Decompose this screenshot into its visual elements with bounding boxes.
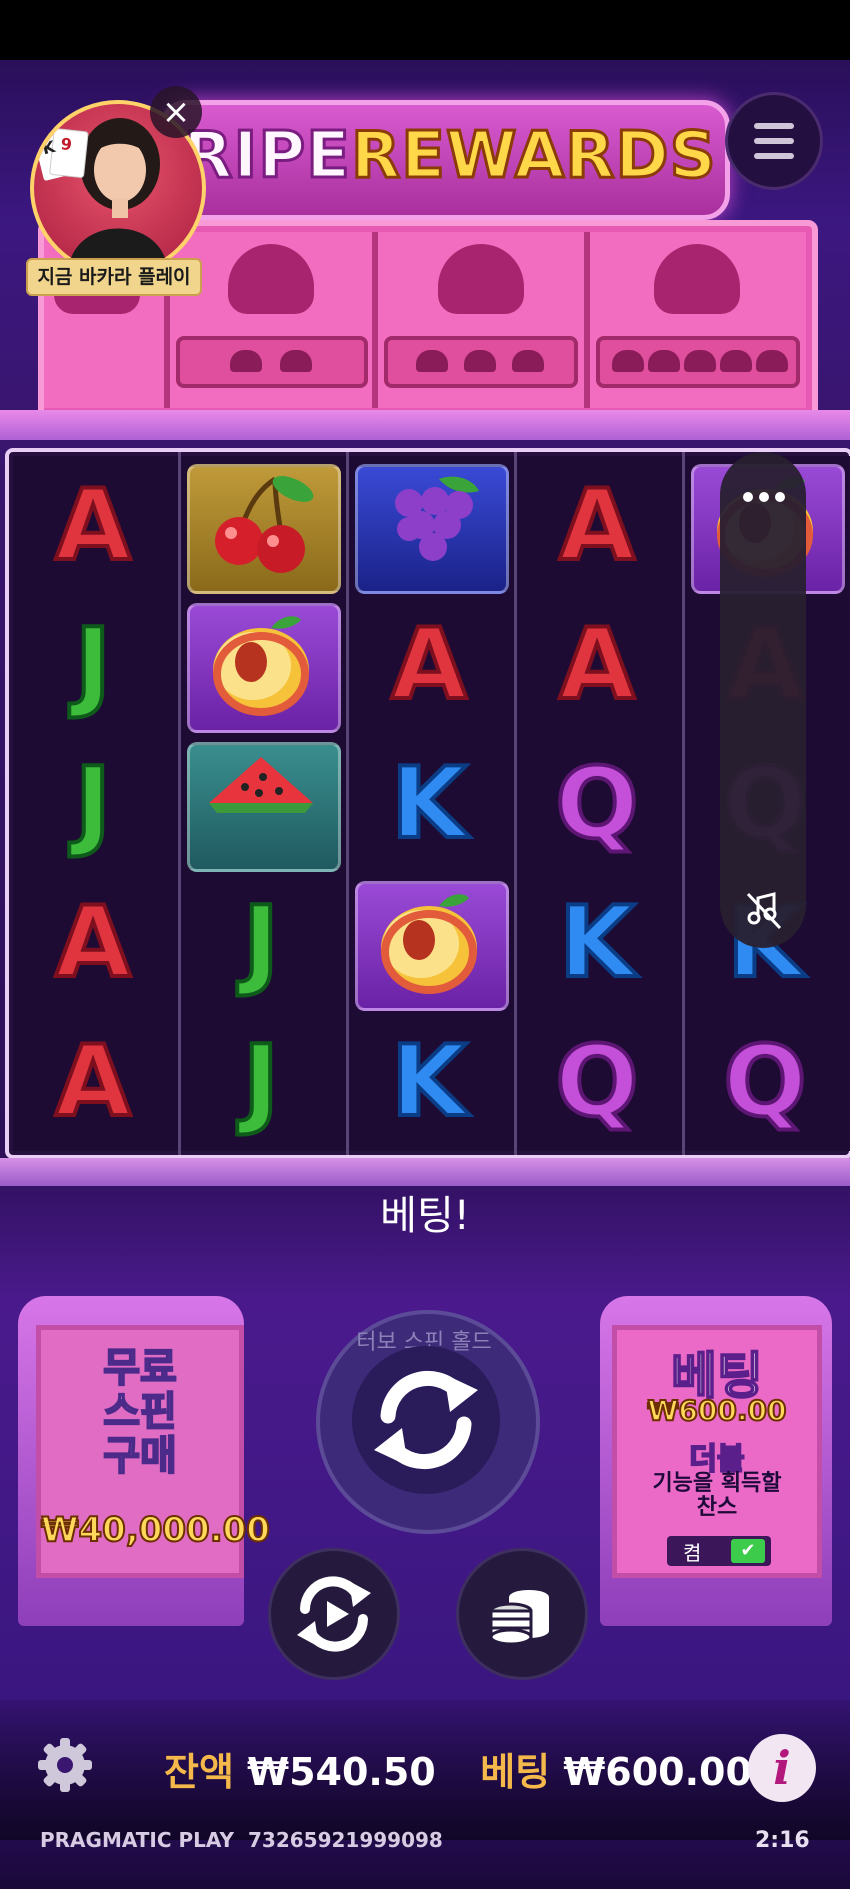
more-dots-icon — [743, 492, 785, 502]
buy-feature-price: ₩40,000.00 — [40, 1509, 271, 1551]
reel-symbol — [177, 595, 345, 734]
symbol-a: A — [557, 606, 637, 724]
peach-icon — [201, 608, 321, 722]
hamburger-icon — [754, 123, 794, 129]
info-button[interactable]: i — [748, 1734, 816, 1802]
buy-feature-line-1: 무료 — [102, 1345, 178, 1391]
reel-symbol: J — [177, 873, 345, 1012]
reel-symbol: K — [345, 1012, 513, 1151]
reel-symbol: A — [345, 595, 513, 734]
symbol-q: Q — [553, 745, 640, 863]
spin-arrows-icon — [374, 1370, 478, 1470]
spin-button[interactable] — [352, 1346, 500, 1494]
fruit-silhouette-icon — [228, 244, 314, 314]
collector-progress-4 — [596, 336, 800, 388]
checkmark-icon: ✔ — [731, 1539, 765, 1563]
reel-symbol: A — [9, 456, 177, 595]
collector-slot-4 — [590, 232, 806, 408]
gear-icon — [38, 1738, 92, 1792]
autoplay-button[interactable] — [268, 1548, 400, 1680]
fruit-silhouette-icon — [438, 244, 524, 314]
collector-slot-3 — [378, 232, 590, 408]
floating-side-panel — [720, 452, 806, 948]
symbol-a: A — [557, 467, 637, 585]
bet-panel-amount: ₩600.00 — [647, 1393, 788, 1428]
cherry-icon — [201, 469, 321, 583]
symbol-k: K — [389, 745, 469, 863]
double-chance-description: 기능을 획득할 찬스 — [652, 1471, 782, 1520]
watermelon-icon — [201, 747, 321, 861]
menu-button[interactable] — [725, 92, 823, 190]
bet-label: 베팅 — [480, 1750, 551, 1794]
mute-button[interactable] — [742, 888, 786, 932]
more-options-button[interactable] — [742, 488, 786, 502]
reel-symbol — [177, 734, 345, 873]
symbol-j: J — [73, 606, 114, 724]
game-logo: RIPEREWARDS — [170, 106, 730, 206]
game-screen: RIPEREWARDS AJJAAJJA K K A A Q K Q Q 베팅!… — [0, 0, 850, 1889]
reel-symbol: Q — [681, 1012, 849, 1151]
buy-feature-button[interactable]: 무료 스핀 구매 ₩40,000.00 — [36, 1325, 271, 1578]
round-id: 73265921999098 — [248, 1828, 443, 1852]
reel-symbol: J — [9, 734, 177, 873]
reel-symbol: A — [513, 595, 681, 734]
collector-shelf — [0, 410, 850, 440]
logo-word-rewards: REWARDS — [349, 118, 717, 195]
collector-slot-2 — [170, 232, 378, 408]
symbol-a: A — [389, 606, 469, 724]
close-promo-button[interactable]: × — [150, 86, 202, 138]
status-message: 베팅! — [380, 1193, 470, 1239]
grape-icon — [369, 469, 489, 583]
symbol-a: A — [53, 467, 133, 585]
peach-icon — [369, 886, 489, 1000]
reel-symbol: A — [513, 456, 681, 595]
reel-symbol — [345, 456, 513, 595]
symbol-q: Q — [721, 1023, 808, 1141]
clock: 2:16 — [755, 1828, 810, 1853]
sound-off-icon — [746, 892, 782, 930]
settings-button[interactable] — [34, 1734, 96, 1796]
reel-symbol: A — [9, 873, 177, 1012]
buy-feature-line-2: 스핀 — [102, 1389, 178, 1435]
symbol-a: A — [53, 884, 133, 1002]
bet-panel[interactable]: 베팅 ₩600.00 더블 기능을 획득할 찬스 켬 ✔ — [612, 1325, 822, 1578]
info-icon: i — [773, 1741, 791, 1795]
reel-symbol: A — [9, 1012, 177, 1151]
reel-symbol: K — [345, 734, 513, 873]
symbol-j: J — [241, 1023, 282, 1141]
coins-stack-icon — [489, 1590, 549, 1646]
balance-value: ₩540.50 — [247, 1750, 436, 1794]
balance-bar: 잔액 ₩540.50 베팅 ₩600.00 — [164, 1742, 752, 1802]
symbol-j: J — [241, 884, 282, 1002]
balance-label: 잔액 — [164, 1750, 234, 1794]
double-chance-toggle[interactable]: 켬 ✔ — [667, 1536, 771, 1566]
provider-brand: PRAGMATIC PLAY — [40, 1828, 234, 1852]
symbol-k: K — [389, 1023, 469, 1141]
symbol-q: Q — [553, 1023, 640, 1141]
reel-symbol: K — [513, 873, 681, 1012]
collector-progress-2 — [176, 336, 368, 388]
symbol-a: A — [53, 1023, 133, 1141]
reel-symbol — [177, 456, 345, 595]
logo-word-ripe: RIPE — [182, 118, 352, 195]
bet-value: ₩600.00 — [563, 1750, 752, 1794]
reel-symbol: Q — [513, 734, 681, 873]
fruit-silhouette-icon — [654, 244, 740, 314]
hamburger-icon — [754, 153, 794, 159]
reel-symbol: J — [177, 1012, 345, 1151]
svg-text:9: 9 — [60, 134, 73, 154]
reel-symbol: Q — [513, 1012, 681, 1151]
autoplay-icon — [297, 1576, 371, 1652]
reel-symbol — [345, 873, 513, 1012]
symbol-j: J — [73, 745, 114, 863]
bet-settings-button[interactable] — [456, 1548, 588, 1680]
symbol-k: K — [557, 884, 637, 1002]
toggle-label: 켬 — [683, 1541, 702, 1565]
buy-feature-line-3: 구매 — [102, 1433, 178, 1479]
hamburger-icon — [754, 138, 794, 144]
reel-bottom-rail — [0, 1158, 850, 1186]
reel-symbol: J — [9, 595, 177, 734]
promo-label[interactable]: 지금 바카라 플레이 — [26, 258, 202, 296]
collector-progress-3 — [384, 336, 578, 388]
